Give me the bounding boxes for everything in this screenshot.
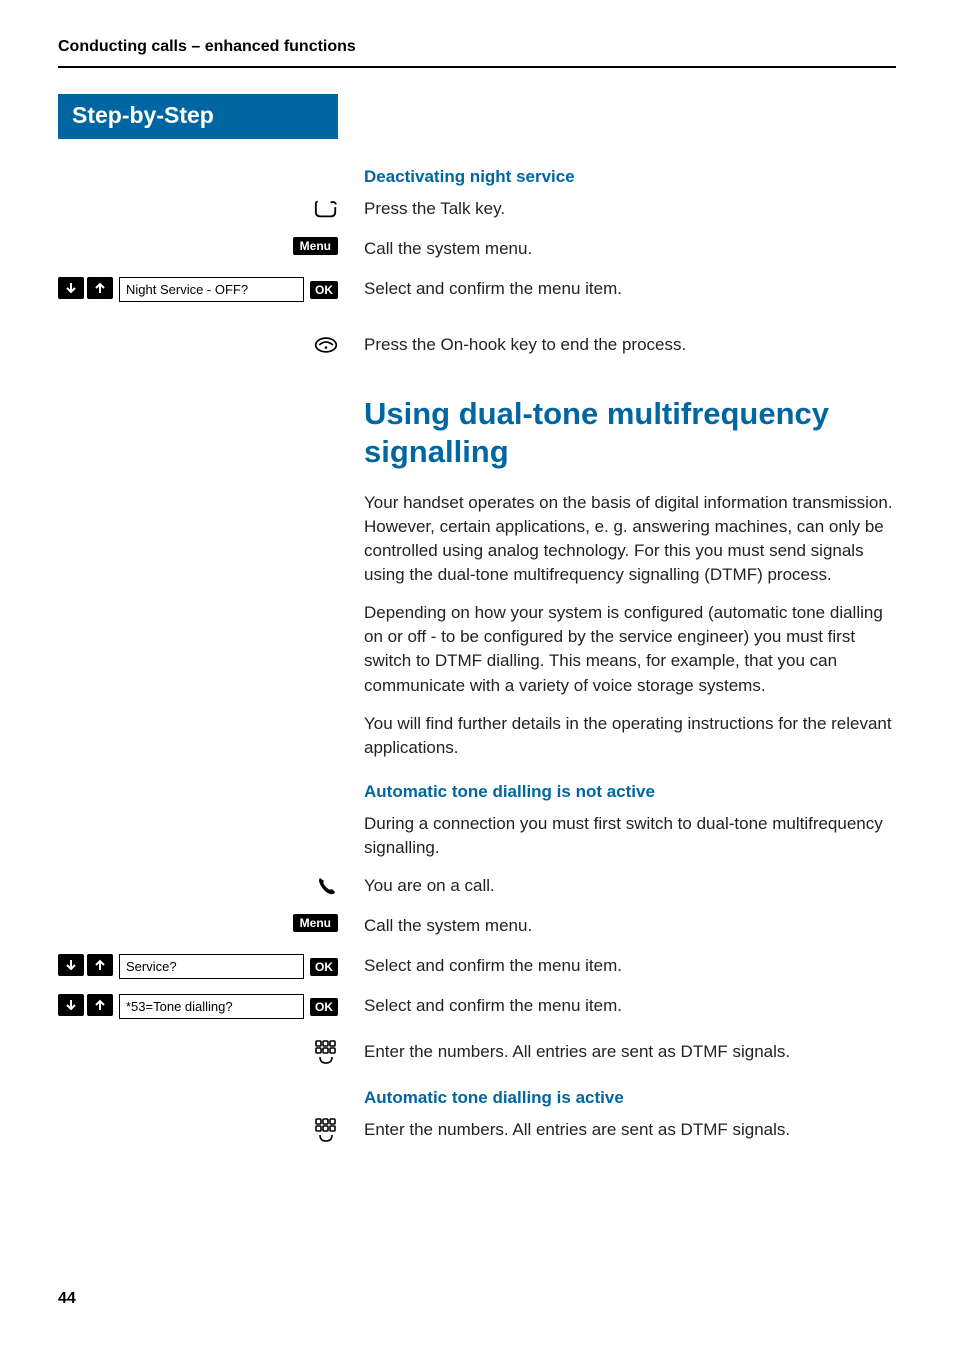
select-confirm-tone: Select and confirm the menu item. xyxy=(364,996,622,1015)
enter-numbers-text-2: Enter the numbers. All entries are sent … xyxy=(364,1120,790,1139)
arrow-down-key[interactable] xyxy=(58,994,84,1016)
handset-icon xyxy=(314,874,338,898)
dtmf-paragraph-3: You will find further details in the ope… xyxy=(364,712,896,760)
auto-tone-active-heading: Automatic tone dialling is active xyxy=(364,1088,896,1108)
menu-softkey[interactable]: Menu xyxy=(293,914,338,932)
ok-softkey[interactable]: OK xyxy=(310,281,338,299)
page-number: 44 xyxy=(58,1290,76,1308)
call-system-menu-text: Call the system menu. xyxy=(364,239,532,258)
nav-arrows[interactable] xyxy=(58,277,113,302)
deactivate-night-service-heading: Deactivating night service xyxy=(364,167,896,187)
menu-item-night-service-off: Night Service - OFF? xyxy=(119,277,304,302)
arrow-down-key[interactable] xyxy=(58,277,84,299)
arrow-up-key[interactable] xyxy=(87,994,113,1016)
auto-inactive-intro: During a connection you must first switc… xyxy=(364,812,896,860)
dtmf-paragraph-2: Depending on how your system is configur… xyxy=(364,601,896,698)
keypad-icon xyxy=(314,1118,338,1142)
nav-arrows[interactable] xyxy=(58,954,113,979)
select-confirm-text: Select and confirm the menu item. xyxy=(364,279,622,298)
arrow-up-key[interactable] xyxy=(87,277,113,299)
on-call-text: You are on a call. xyxy=(364,876,495,895)
talk-key-icon xyxy=(314,197,338,221)
running-header: Conducting calls – enhanced functions xyxy=(58,38,896,68)
select-confirm-service: Select and confirm the menu item. xyxy=(364,956,622,975)
call-system-menu-text-2: Call the system menu. xyxy=(364,916,532,935)
press-onhook-text: Press the On-hook key to end the process… xyxy=(364,335,686,354)
enter-numbers-text-1: Enter the numbers. All entries are sent … xyxy=(364,1042,790,1061)
nav-arrows[interactable] xyxy=(58,994,113,1019)
dtmf-heading: Using dual-tone multifrequency signallin… xyxy=(364,395,896,471)
menu-softkey[interactable]: Menu xyxy=(293,237,338,255)
keypad-icon xyxy=(314,1040,338,1064)
ok-softkey[interactable]: OK xyxy=(310,958,338,976)
dtmf-paragraph-1: Your handset operates on the basis of di… xyxy=(364,491,896,588)
menu-item-service: Service? xyxy=(119,954,304,979)
step-by-step-header: Step-by-Step xyxy=(58,94,338,139)
auto-tone-inactive-heading: Automatic tone dialling is not active xyxy=(364,782,896,802)
press-talk-text: Press the Talk key. xyxy=(364,199,505,218)
arrow-up-key[interactable] xyxy=(87,954,113,976)
menu-item-tone-dialling: *53=Tone dialling? xyxy=(119,994,304,1019)
ok-softkey[interactable]: OK xyxy=(310,998,338,1016)
arrow-down-key[interactable] xyxy=(58,954,84,976)
on-hook-key-icon xyxy=(314,333,338,357)
